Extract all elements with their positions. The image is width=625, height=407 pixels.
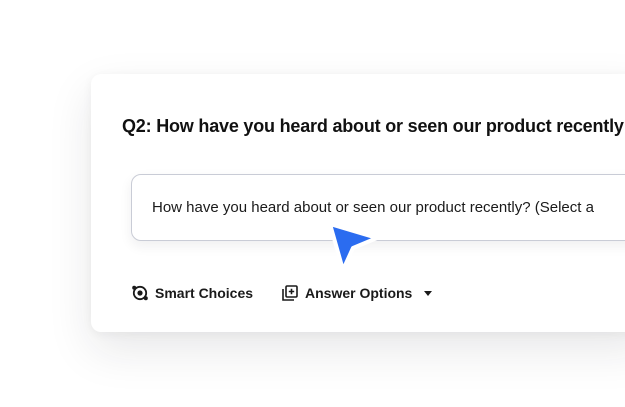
question-title: Q2: How have you heard about or seen our…	[122, 116, 624, 136]
question-editor: Q2: How have you heard about or seen our…	[0, 0, 625, 407]
add-box-icon	[281, 284, 299, 302]
answer-options-label: Answer Options	[305, 285, 413, 301]
question-text-value: How have you heard about or seen our pro…	[152, 199, 594, 216]
pointer-cursor-icon	[328, 222, 379, 272]
smart-choices-button[interactable]: Smart Choices	[131, 283, 253, 303]
smart-choices-icon	[131, 284, 149, 302]
caret-down-icon[interactable]	[424, 290, 433, 296]
answer-options-button[interactable]: Answer Options	[281, 283, 433, 303]
smart-choices-label: Smart Choices	[155, 285, 254, 301]
